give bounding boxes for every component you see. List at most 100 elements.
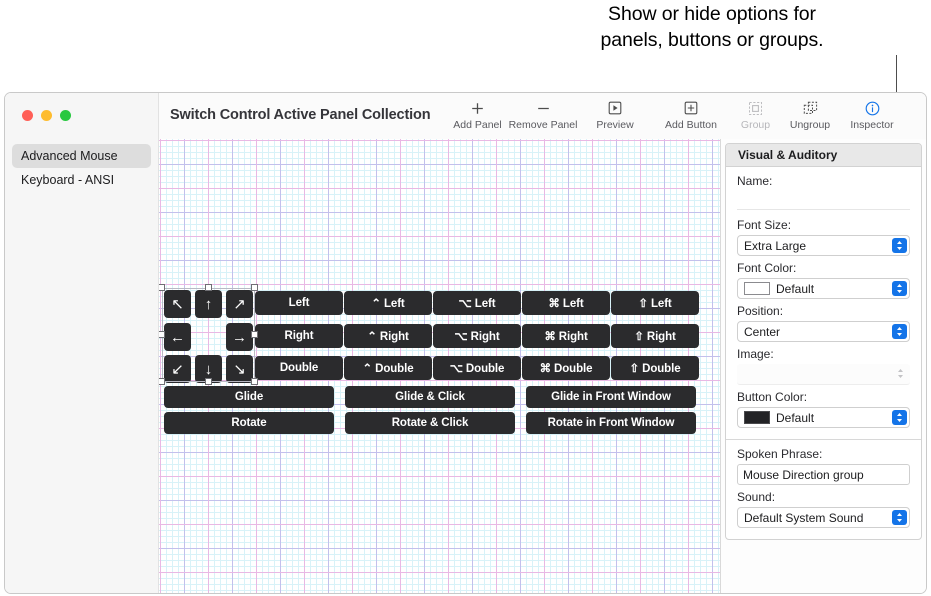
selection-resize-handle[interactable] xyxy=(204,378,212,385)
selection-resize-handle[interactable] xyxy=(159,284,165,291)
toolbar-group-button[interactable]: Group xyxy=(732,93,779,131)
image-input[interactable] xyxy=(737,364,910,385)
panel-button[interactable]: Rotate & Click xyxy=(345,412,515,434)
sidebar: Advanced Mouse Keyboard - ANSI xyxy=(5,139,159,593)
inspector-card: Visual & Auditory Name: Font Size: Extra… xyxy=(725,143,922,540)
sidebar-item-keyboard-ansi[interactable]: Keyboard - ANSI xyxy=(12,168,151,192)
panel-button[interactable]: ⇧ Double xyxy=(611,356,699,380)
sound-label: Sound: xyxy=(737,490,776,504)
plus-box-icon xyxy=(684,98,698,118)
font-color-select[interactable]: Default xyxy=(737,278,910,299)
titlebar-sidebar-region xyxy=(5,93,159,139)
toolbar-inspector-label: Inspector xyxy=(850,119,894,131)
sidebar-item-advanced-mouse[interactable]: Advanced Mouse xyxy=(12,144,151,168)
panel-button[interactable]: Glide xyxy=(164,386,334,408)
toolbar-remove-panel-button[interactable]: Remove Panel xyxy=(506,93,580,131)
app-window: Switch Control Active Panel Collection A… xyxy=(4,92,927,594)
toolbar-add-panel-button[interactable]: Add Panel xyxy=(449,93,506,131)
button-color-swatch xyxy=(744,411,770,424)
toolbar-preview-button[interactable]: Preview xyxy=(580,93,650,131)
panel-button[interactable]: Glide & Click xyxy=(345,386,515,408)
toolbar-inspector-button[interactable]: Inspector xyxy=(841,93,903,131)
document-title: Switch Control Active Panel Collection xyxy=(170,107,431,123)
panel-canvas[interactable]: ↖ ↑ ↗ ← → ↙ ↓ ↘ Left ⌃ Left ⌥ Left ⌘ Left ⇧ Left Righ… xyxy=(159,139,720,593)
close-window-button[interactable] xyxy=(22,110,33,121)
maximize-window-button[interactable] xyxy=(60,110,71,121)
chevron-updown-icon xyxy=(892,238,907,253)
panel-button[interactable]: ⌥ Right xyxy=(433,324,521,348)
toolbar-ungroup-label: Ungroup xyxy=(789,119,831,131)
panel-button[interactable]: ⌘ Double xyxy=(522,356,610,380)
toolbar-add-panel-label: Add Panel xyxy=(453,119,502,131)
toolbar-add-button-label: Add Button xyxy=(665,119,717,131)
font-color-value: Default xyxy=(776,281,815,296)
font-color-swatch xyxy=(744,282,770,295)
font-size-select[interactable]: Extra Large xyxy=(737,235,910,256)
button-color-label: Button Color: xyxy=(737,390,808,404)
selection-resize-handle[interactable] xyxy=(251,284,258,291)
sound-select[interactable]: Default System Sound xyxy=(737,507,910,528)
screenshot-root: Show or hide options for panels, buttons… xyxy=(0,0,931,596)
callout-line-2: panels, buttons or groups. xyxy=(600,29,824,51)
panel-button[interactable]: ⇧ Right xyxy=(611,324,699,348)
font-size-label: Font Size: xyxy=(737,218,792,232)
sidebar-item-label: Keyboard - ANSI xyxy=(21,173,115,187)
toolbar: Add Panel Remove Panel Preview Add Butto… xyxy=(449,93,903,139)
button-color-select[interactable]: Default xyxy=(737,407,910,428)
panel-button[interactable]: Right xyxy=(255,324,343,348)
panel-button[interactable]: Left xyxy=(255,291,343,315)
inspector-header: Visual & Auditory xyxy=(726,144,921,167)
spoken-phrase-input[interactable]: Mouse Direction group xyxy=(737,464,910,485)
plus-icon xyxy=(470,98,485,118)
titlebar-main-region: Switch Control Active Panel Collection A… xyxy=(159,93,926,139)
selection-resize-handle[interactable] xyxy=(251,378,258,385)
panel-button[interactable]: ⌥ Double xyxy=(433,356,521,380)
toolbar-remove-panel-label: Remove Panel xyxy=(508,119,578,131)
window-titlebar: Switch Control Active Panel Collection A… xyxy=(5,93,926,139)
position-label: Position: xyxy=(737,304,784,318)
selection-resize-handle[interactable] xyxy=(159,331,165,338)
panel-button[interactable]: ⌘ Right xyxy=(522,324,610,348)
name-label: Name: xyxy=(737,174,773,188)
play-box-icon xyxy=(608,98,622,118)
callout-text: Show or hide options for panels, buttons… xyxy=(532,1,892,53)
minimize-window-button[interactable] xyxy=(41,110,52,121)
font-color-label: Font Color: xyxy=(737,261,797,275)
panel-button[interactable]: Glide in Front Window xyxy=(526,386,696,408)
callout-line-1: Show or hide options for xyxy=(608,3,816,25)
panel-button[interactable]: ⌃ Double xyxy=(344,356,432,380)
panel-button[interactable]: Double xyxy=(255,356,343,380)
button-color-value: Default xyxy=(776,410,815,425)
position-select[interactable]: Center xyxy=(737,321,910,342)
panel-button[interactable]: ⌥ Left xyxy=(433,291,521,315)
panel-button[interactable]: ⌃ Right xyxy=(344,324,432,348)
chevron-updown-icon xyxy=(892,324,907,339)
inspector-panel: Visual & Auditory Name: Font Size: Extra… xyxy=(720,139,926,593)
info-circle-icon xyxy=(865,98,880,118)
ungroup-icon xyxy=(803,98,818,118)
toolbar-preview-label: Preview xyxy=(596,119,634,131)
panel-button[interactable]: Rotate in Front Window xyxy=(526,412,696,434)
callout-leader-line xyxy=(896,55,897,96)
panel-button[interactable]: Rotate xyxy=(164,412,334,434)
selection-resize-handle[interactable] xyxy=(204,284,212,291)
name-input[interactable] xyxy=(737,191,910,210)
position-value: Center xyxy=(744,324,781,339)
selection-resize-handle[interactable] xyxy=(159,378,165,385)
chevron-updown-icon xyxy=(896,368,905,379)
panel-button[interactable]: ⌘ Left xyxy=(522,291,610,315)
font-size-value: Extra Large xyxy=(744,238,807,253)
inspector-auditory-section: Spoken Phrase: Mouse Direction group Sou… xyxy=(726,439,921,539)
toolbar-ungroup-button[interactable]: Ungroup xyxy=(779,93,841,131)
panel-button[interactable]: ⇧ Left xyxy=(611,291,699,315)
sound-value: Default System Sound xyxy=(744,510,864,525)
image-label: Image: xyxy=(737,347,774,361)
minus-icon xyxy=(536,98,551,118)
inspector-visual-section: Name: Font Size: Extra Large Font Color:… xyxy=(726,167,921,439)
panel-button[interactable]: ⌃ Left xyxy=(344,291,432,315)
spoken-phrase-label: Spoken Phrase: xyxy=(737,447,823,461)
selection-resize-handle[interactable] xyxy=(251,331,258,338)
toolbar-add-button-button[interactable]: Add Button xyxy=(650,93,732,131)
toolbar-group-label: Group xyxy=(740,119,771,131)
window-body: Advanced Mouse Keyboard - ANSI ↖ ↑ ↗ ← → ↙ ↓ ↘ L… xyxy=(5,139,926,593)
